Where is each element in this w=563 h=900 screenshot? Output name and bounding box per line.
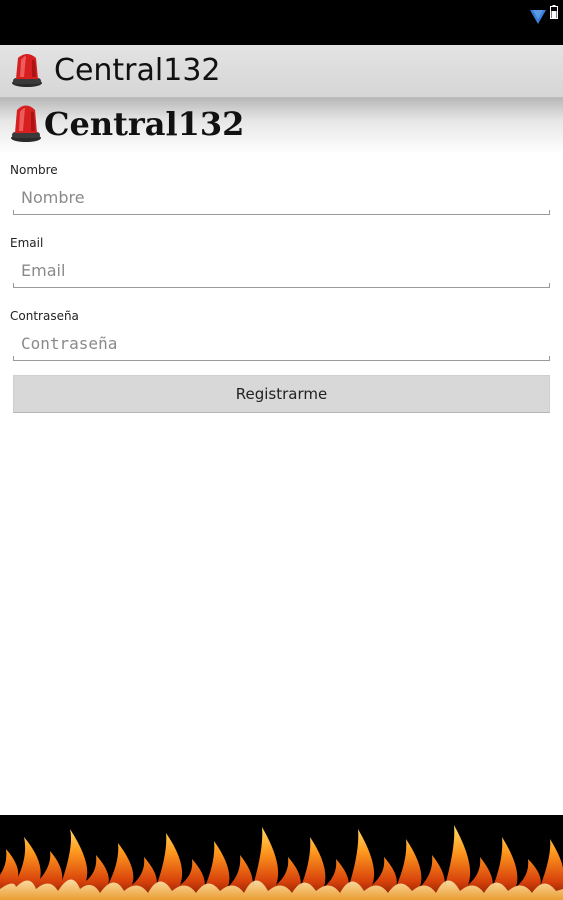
header-banner: Central132 (0, 98, 563, 154)
wifi-icon (529, 9, 547, 29)
input-underline-edge (13, 356, 14, 361)
app-title: Central132 (54, 53, 221, 88)
input-underline-edge (549, 210, 550, 215)
name-label: Nombre (10, 163, 58, 177)
input-underline-edge (549, 283, 550, 288)
action-bar: Central132 (0, 45, 563, 98)
password-label: Contraseña (10, 309, 79, 323)
battery-icon (550, 4, 558, 23)
register-button[interactable]: Registrarme (13, 375, 550, 413)
name-input[interactable] (13, 181, 550, 215)
email-label: Email (10, 236, 44, 250)
siren-icon[interactable] (10, 50, 44, 94)
status-bar (0, 0, 563, 45)
input-underline-edge (549, 356, 550, 361)
input-underline-edge (13, 283, 14, 288)
password-input[interactable] (13, 327, 550, 361)
email-input[interactable] (13, 254, 550, 288)
input-underline-edge (13, 210, 14, 215)
siren-icon (9, 101, 43, 149)
logo-text: Central132 (44, 105, 245, 143)
fire-footer-image (0, 815, 563, 900)
